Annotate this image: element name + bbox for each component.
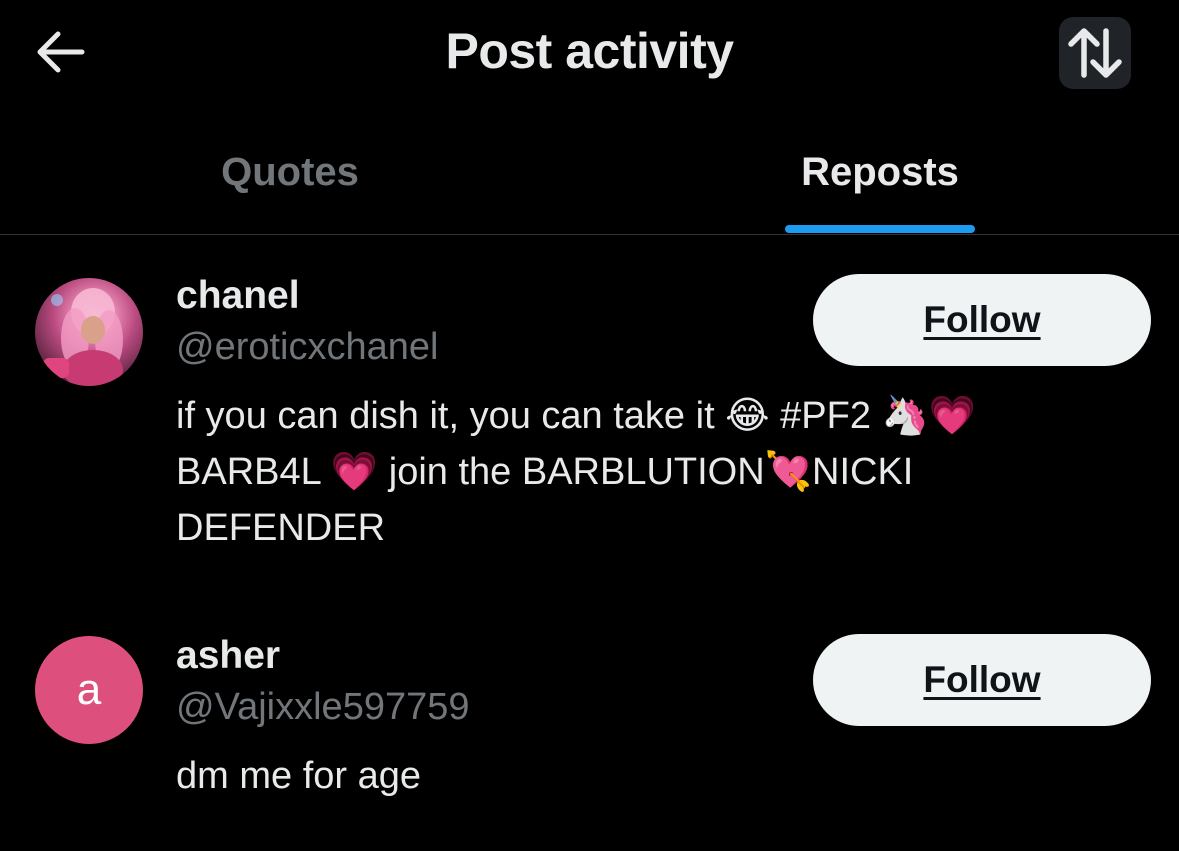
user-display-name[interactable]: asher xyxy=(176,634,280,678)
top-bar: Post activity xyxy=(0,0,1179,110)
user-display-name[interactable]: chanel xyxy=(176,274,300,318)
tab-reposts-label: Reposts xyxy=(801,149,959,194)
sort-button[interactable] xyxy=(1059,17,1131,89)
user-handle[interactable]: @eroticxchanel xyxy=(176,326,438,369)
sort-arrows-icon xyxy=(1068,28,1122,78)
avatar-photo-icon xyxy=(43,288,123,386)
follow-button-label: Follow xyxy=(923,659,1041,700)
user-bio: if you can dish it, you can take it 😂 #P… xyxy=(176,395,977,549)
user-list-item[interactable]: chanel @eroticxchanel if you can dish it… xyxy=(0,270,1179,570)
follow-button[interactable]: Follow xyxy=(813,274,1151,366)
tab-reposts[interactable]: Reposts xyxy=(590,110,1170,234)
follow-button[interactable]: Follow xyxy=(813,634,1151,726)
tab-bar: Quotes Reposts xyxy=(0,110,1179,235)
avatar-letter: a xyxy=(76,665,102,714)
active-tab-indicator xyxy=(785,225,975,233)
follow-button-label: Follow xyxy=(923,299,1041,340)
tab-quotes-label: Quotes xyxy=(221,149,359,194)
page-title: Post activity xyxy=(445,23,734,79)
user-bio: dm me for age xyxy=(176,755,421,797)
tab-quotes[interactable]: Quotes xyxy=(0,110,580,234)
avatar[interactable] xyxy=(35,278,143,386)
user-handle[interactable]: @Vajixxle597759 xyxy=(176,686,470,729)
avatar[interactable]: a xyxy=(35,636,143,744)
user-list-item[interactable]: a asher @Vajixxle597759 dm me for age Fo… xyxy=(0,630,1179,830)
